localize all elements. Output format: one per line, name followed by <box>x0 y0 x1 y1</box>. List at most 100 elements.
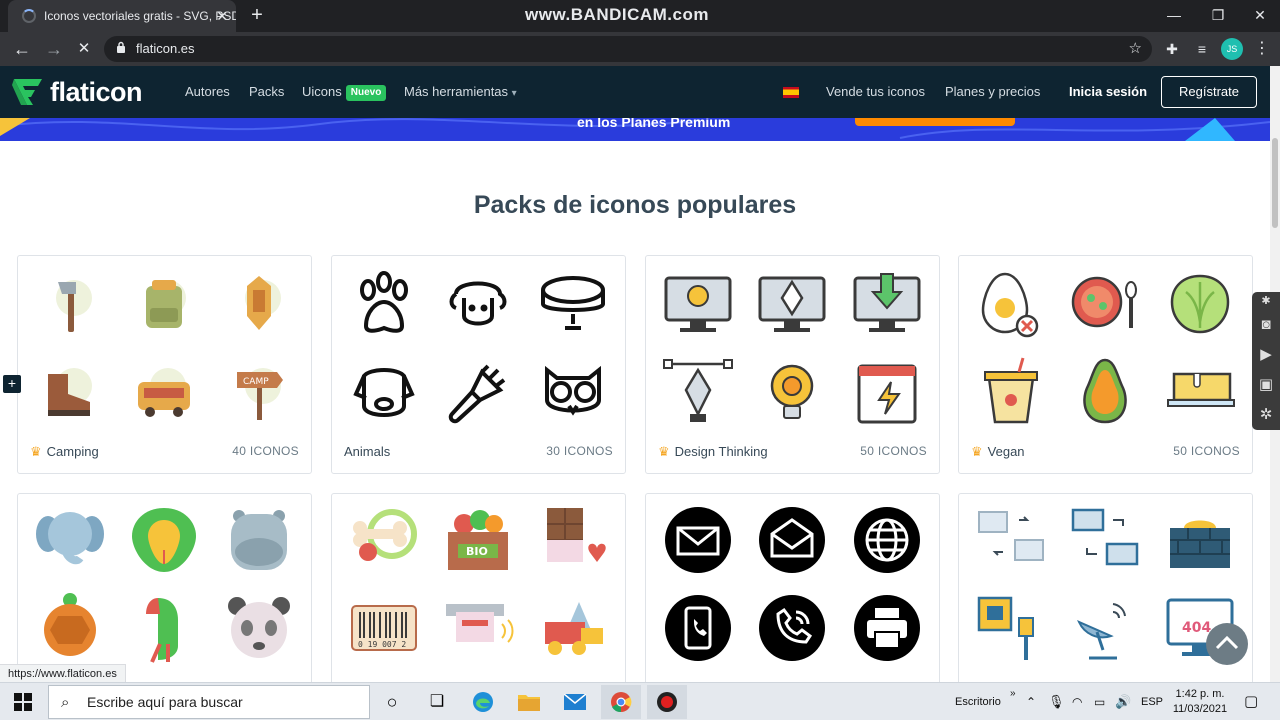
back-button[interactable]: ← <box>10 37 34 61</box>
premium-crown-icon: ♛ <box>658 444 670 459</box>
bookmark-star-icon[interactable]: ☆ <box>1129 36 1142 62</box>
nav-sell-icons[interactable]: Vende tus iconos <box>826 66 925 118</box>
nav-packs[interactable]: Packs <box>249 66 284 118</box>
taskbar-search-input[interactable]: ⌕ Escribe aquí para buscar <box>48 685 370 719</box>
pack-card-food-misc[interactable]: BIO 0 19 007 2 <box>331 493 626 682</box>
pack-count: 30 ICONOS <box>546 444 613 458</box>
taskbar-clock[interactable]: 1:42 p. m. 11/03/2021 <box>1168 687 1232 717</box>
side-add-button[interactable]: + <box>3 375 21 393</box>
edge-icon[interactable] <box>463 685 503 719</box>
no-egg-icon <box>981 272 1039 338</box>
stop-loading-button[interactable]: ✕ <box>72 37 96 61</box>
mail-app-icon[interactable] <box>555 685 595 719</box>
promo-text: en los Planes Premium <box>577 118 731 130</box>
browser-toolbar: ← → ✕ flaticon.es ☆ ✚ ≡ ⋮ <box>0 32 1280 66</box>
chevron-up-tray-icon[interactable]: ⌃ <box>1026 683 1036 721</box>
forward-button[interactable]: → <box>42 37 66 61</box>
monitor-idea-icon <box>664 276 732 332</box>
nav-more-tools-label: Más herramientas <box>404 84 509 99</box>
brick-cake-icon <box>1170 520 1230 568</box>
status-bar-url: https://www.flaticon.es <box>0 664 126 684</box>
search-icon: ⌕ <box>61 694 70 711</box>
profile-avatar[interactable]: JS <box>1221 38 1243 60</box>
cortana-icon[interactable]: ○ <box>372 685 412 719</box>
notifications-icon[interactable]: ▢ <box>1244 683 1258 721</box>
pack-card-communication[interactable] <box>645 493 940 682</box>
clock-date: 11/03/2021 <box>1172 703 1228 715</box>
nav-autores[interactable]: Autores <box>185 66 230 118</box>
bulb-gear-icon <box>770 364 814 419</box>
nav-uicons[interactable]: Uicons Nuevo <box>302 66 387 118</box>
extensions-icon[interactable]: ✚ <box>1160 37 1184 61</box>
mail-open-icon <box>759 507 825 573</box>
promo-banner[interactable]: en los Planes Premium <box>0 118 1270 141</box>
media-controls-icon[interactable]: ≡ <box>1190 37 1214 61</box>
image-icon[interactable]: ▣ <box>1252 370 1280 400</box>
desktop-toolbar-label[interactable]: Escritorio <box>955 683 1001 721</box>
close-window-button[interactable]: ✕ <box>1240 0 1280 32</box>
language-indicator[interactable]: ESP <box>1141 683 1163 721</box>
windows-start-icon[interactable] <box>14 693 32 711</box>
volume-icon[interactable]: 🔊 <box>1115 683 1131 721</box>
pack-count: 40 ICONOS <box>232 444 299 458</box>
avocado-icon <box>1083 358 1127 424</box>
register-button[interactable]: Regístrate <box>1161 76 1257 108</box>
task-view-icon[interactable]: ❏ <box>417 685 457 719</box>
loading-spinner-icon <box>22 9 36 23</box>
wifi-icon[interactable]: ◠ <box>1072 683 1082 721</box>
scrollbar-thumb[interactable] <box>1272 138 1278 228</box>
minimize-button[interactable]: — <box>1154 0 1194 32</box>
pack-card-vegan[interactable]: ♛ Vegan 50 ICONOS <box>958 255 1253 474</box>
nav-plans[interactable]: Planes y precios <box>945 66 1040 118</box>
settings-icon[interactable]: ✲ <box>1252 400 1280 430</box>
flaticon-logo[interactable]: flaticon <box>12 76 143 108</box>
spain-flag-icon[interactable] <box>783 87 799 98</box>
pack-card-camping[interactable]: CAMP ♛ Camping 40 ICONOS <box>17 255 312 474</box>
pack-name: Camping <box>46 444 99 459</box>
maximize-button[interactable]: ❐ <box>1198 0 1238 32</box>
promo-cta-button[interactable] <box>855 118 1015 126</box>
section-title: Packs de iconos populares <box>473 191 797 219</box>
chrome-icon[interactable] <box>601 685 641 719</box>
battery-icon[interactable]: ▭ <box>1094 683 1105 721</box>
video-icon[interactable]: ▶ <box>1252 340 1280 370</box>
nav-more-tools[interactable]: Más herramientas ▾ <box>404 66 517 118</box>
hiking-boot-icon <box>48 368 92 416</box>
address-bar[interactable]: flaticon.es ☆ <box>104 36 1152 62</box>
bandicam-watermark: www.BANDICAM.com <box>525 5 709 24</box>
scroll-to-top-button[interactable] <box>1206 623 1248 665</box>
printer-icon <box>854 595 920 661</box>
bandicam-icon[interactable] <box>647 685 687 719</box>
microphone-icon[interactable]: 🎙 <box>1048 683 1065 721</box>
pack-card-flat-animals[interactable] <box>17 493 312 682</box>
pack-count: 50 ICONOS <box>1173 444 1240 458</box>
card-payment-icon <box>446 604 514 643</box>
turtle-icon <box>44 593 96 656</box>
pack-card-animals[interactable]: Animals 30 ICONOS <box>331 255 626 474</box>
main-content: Packs de iconos populares CAMP ♛ Camping… <box>0 141 1270 682</box>
owl-icon <box>545 365 601 416</box>
bandicam-panel: ✱ ◙ ▶ ▣ ✲ <box>1252 292 1280 430</box>
browser-tab[interactable]: Iconos vectoriales gratis - SVG, PSD, PN… <box>8 0 236 32</box>
phone-call-icon <box>759 595 825 661</box>
camera-icon[interactable]: ◙ <box>1252 310 1280 340</box>
mail-icon <box>665 507 731 573</box>
monitor-download-icon <box>853 273 921 332</box>
pack-card-design-thinking[interactable]: ♛ Design Thinking 50 ICONOS <box>645 255 940 474</box>
browser-menu-icon[interactable]: ⋮ <box>1250 37 1274 61</box>
tab-title: Iconos vectoriales gratis - SVG, PSD, PN… <box>44 9 236 23</box>
chocolate-icon <box>547 508 606 562</box>
tab-close-icon[interactable]: ✕ <box>216 0 228 32</box>
new-tab-button[interactable]: + <box>246 4 268 26</box>
login-link[interactable]: Inicia sesión <box>1069 66 1147 118</box>
pen-tool-icon <box>663 359 733 422</box>
monitor-pen-icon <box>758 276 826 332</box>
pack-count: 50 ICONOS <box>860 444 927 458</box>
address-url: flaticon.es <box>136 41 195 56</box>
flaticon-logo-icon <box>12 79 42 105</box>
taskbar-search-placeholder: Escribe aquí para buscar <box>87 694 243 710</box>
toolbar-expand-icon[interactable]: » <box>1010 675 1016 713</box>
screenshot-icon[interactable]: ✱ <box>1252 292 1280 310</box>
sheep-icon <box>449 281 507 326</box>
file-explorer-icon[interactable] <box>509 685 549 719</box>
